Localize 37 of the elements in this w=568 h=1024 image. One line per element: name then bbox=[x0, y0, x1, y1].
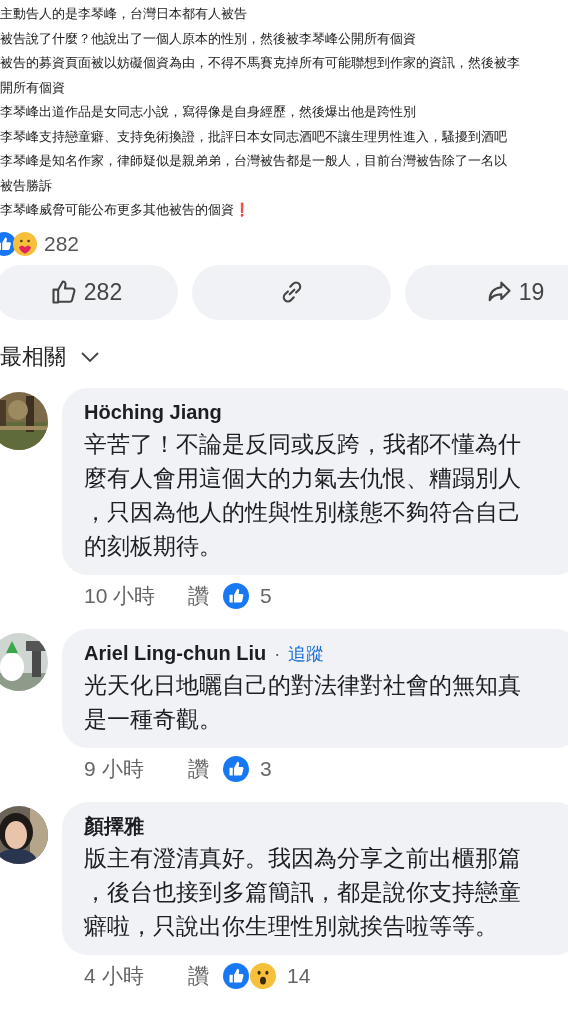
post-text-line: 開所有個資 bbox=[0, 78, 66, 97]
chevron-down-icon bbox=[80, 350, 100, 363]
reaction-count: 282 bbox=[44, 231, 80, 256]
comment-time: 4 小時 bbox=[84, 962, 145, 989]
like-button[interactable]: 282 bbox=[0, 264, 178, 320]
comment-text: 辛苦了！不論是反同或反跨，我都不懂為什麼有人會用這個大的力氣去仇恨、糟蹋別人，只因為他人的性與性別樣態不夠符合自己的刻板期待。 bbox=[84, 429, 522, 561]
post-text-line: 李琴峰支持戀童癖、支持免術換證，批評日本女同志酒吧不讓生理男性進入，騷擾到酒吧 bbox=[0, 127, 508, 146]
wow-emoji-icon bbox=[250, 962, 276, 989]
comment-text: 光天化日地曬自己的對法律對社會的無知真是一種奇觀。 bbox=[84, 670, 522, 734]
post-text-line: 李琴峰威脅可能公布更多其他被告的個資❗ bbox=[0, 201, 251, 219]
like-reaction-icon bbox=[223, 962, 249, 989]
like-link[interactable]: 讚 bbox=[188, 754, 209, 783]
share-button[interactable]: 19 bbox=[405, 264, 568, 320]
sort-dropdown[interactable]: 最相關 bbox=[0, 341, 100, 372]
commenter-name[interactable]: Höching Jiang bbox=[84, 398, 222, 425]
post-text-line: 李琴峰出道作品是女同志小說，寫得像是自身經歷，然後爆出他是跨性別 bbox=[0, 103, 417, 121]
commenter-name[interactable]: Ariel Ling-chun Liu bbox=[84, 639, 267, 666]
like-link[interactable]: 讚 bbox=[188, 581, 209, 610]
post-text-line: 主動告人的是李琴峰，台灣日本都有人被告 bbox=[0, 5, 248, 23]
reaction-count: 5 bbox=[260, 583, 272, 608]
like-reaction-icon bbox=[223, 582, 249, 609]
follow-link[interactable]: 追蹤 bbox=[288, 641, 325, 666]
post-text-line: 被告的募資頁面被以妨礙個資為由，不得不馬賽克掉所有可能聯想到作家的資訊，然後被李 bbox=[0, 54, 521, 72]
post-text-line: 被告說了什麼？他說出了一個人原本的性別，然後被李琴峰公開所有個資 bbox=[0, 29, 417, 48]
post-text-line: 被告勝訴 bbox=[0, 176, 53, 195]
commenter-name[interactable]: 顏擇雅 bbox=[84, 812, 144, 839]
comment-time: 9 小時 bbox=[84, 755, 145, 782]
post-text-line: 李琴峰是知名作家，律師疑似是親弟弟，台灣被告都是一般人，目前台灣被告除了一名以 bbox=[0, 152, 508, 170]
separator-dot: · bbox=[274, 643, 281, 665]
reaction-count: 14 bbox=[287, 963, 311, 988]
hug-emoji-icon bbox=[13, 231, 37, 256]
comment-text: 版主有澄清真好。我因為分享之前出櫃那篇，後台也接到多篇簡訊，都是說你支持戀童癖啦，只說出你生理性別就挨告啦等等。 bbox=[84, 843, 522, 941]
thumbs-up-icon bbox=[49, 278, 78, 306]
like-reaction-icon bbox=[223, 755, 249, 782]
like-link[interactable]: 讚 bbox=[188, 961, 209, 990]
reaction-count: 3 bbox=[260, 756, 272, 781]
comment-time: 10 小時 bbox=[84, 582, 157, 609]
